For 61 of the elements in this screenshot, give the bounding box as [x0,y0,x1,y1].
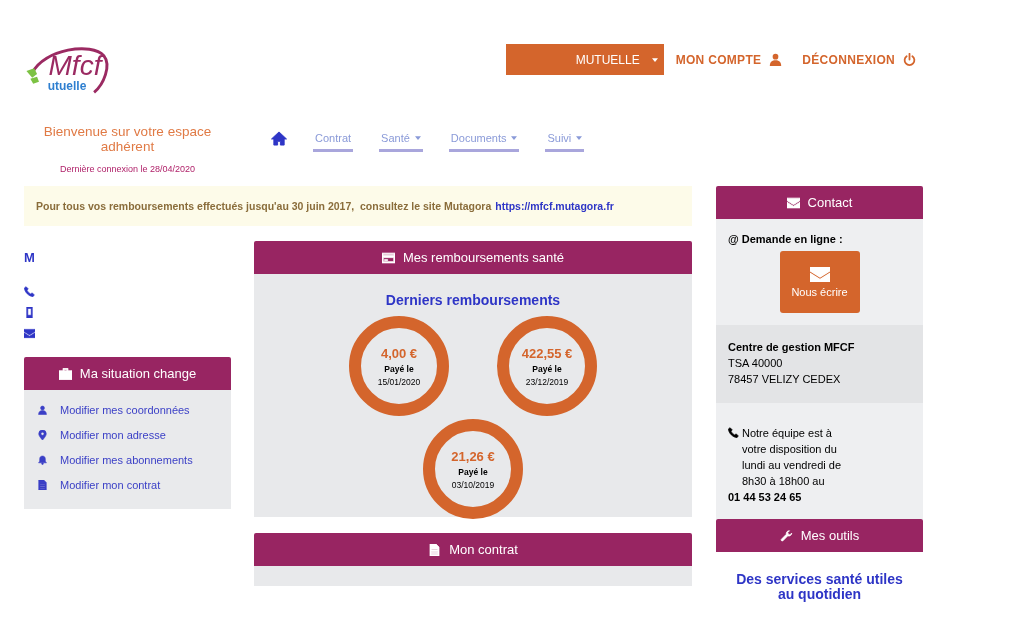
phone-icon [728,427,739,438]
address-line: Centre de gestion MFCF [728,340,856,355]
opening-hours-text: Notre équipe est à votre disposition du lundi au vendredi de 8h30 à 18h00 au [742,426,843,489]
menu-link[interactable]: Modifier mes abonnements [38,454,231,466]
write-button[interactable]: Nous écrire [779,251,860,313]
address-line: 78457 VELIZY CEDEX [728,372,842,387]
user-icon [38,405,47,415]
wrench-icon [779,529,793,542]
envelope-icon [809,266,830,282]
amount-text: 4,00 € [380,345,418,361]
caret-icon [651,57,658,62]
phone-icon [24,286,35,297]
envelope-icon [786,196,800,209]
panel-title: Mes remboursements santé [402,250,565,265]
power-icon [903,53,916,66]
section-title: Des services santé utiles au quotidien [735,572,904,602]
nav-link[interactable]: Santé [379,124,423,152]
menu-link[interactable]: Modifier mon adresse [38,429,231,441]
notice-text: Pour tous vos remboursements effectués jusqu'au 30 juin 2017, consultez le site Mutagora [36,200,492,212]
date-text: 15/01/2020 [377,376,421,387]
envelope-icon [24,328,35,339]
document-icon [428,543,442,556]
briefcase-icon [58,367,72,380]
credit-card-icon [381,251,395,264]
online-request-label: @ Demande en ligne : [727,232,844,247]
date-text: 23/12/2019 [525,376,569,387]
nav-link[interactable]: Suivi [545,124,585,152]
top-link[interactable]: DÉCONNEXION [802,52,916,67]
link[interactable]: https://mfcf.mutagora.fr [495,200,614,212]
address-line: TSA 40000 [728,356,784,371]
dropdown-button[interactable]: MUTUELLE [505,44,664,75]
welcome-title: Bienvenue sur votre espace adhérent [42,124,213,154]
document-icon [38,480,47,490]
menu-link[interactable]: Modifier mes coordonnées [38,404,231,416]
amount-text: 422,55 € [521,345,573,361]
top-link[interactable]: MON COMPTE [675,52,783,67]
panel-title: Ma situation change [79,366,197,381]
menu-link[interactable]: Modifier mon contrat [38,479,231,491]
caret-icon [414,136,421,140]
paid-label: Payé le [458,466,488,477]
user-icon [769,53,783,66]
mobile-phone-icon [24,307,35,318]
caret-icon [576,136,583,140]
last-login-text: Dernière connexion le 28/04/2020 [58,164,197,174]
panel-title: Mon contrat [449,542,518,557]
home-icon[interactable] [271,131,287,146]
phone-number: 01 44 53 24 65 [728,490,803,505]
member-name: M [24,250,36,266]
paid-label: Payé le [532,363,562,374]
nav-link[interactable]: Documents [448,124,520,152]
panel-title: Mes outils [800,528,860,543]
caret-icon [511,136,518,140]
panel-title: Contact [807,195,853,210]
date-text: 03/10/2019 [451,479,495,490]
section-title: Derniers remboursements [385,292,561,308]
map-pin-icon [38,430,47,440]
paid-label: Payé le [384,363,414,374]
logo[interactable]: Mfcf utuelle [24,44,112,102]
nav-link[interactable]: Contrat [313,124,354,152]
bell-icon [38,455,47,465]
amount-text: 21,26 € [451,448,495,464]
